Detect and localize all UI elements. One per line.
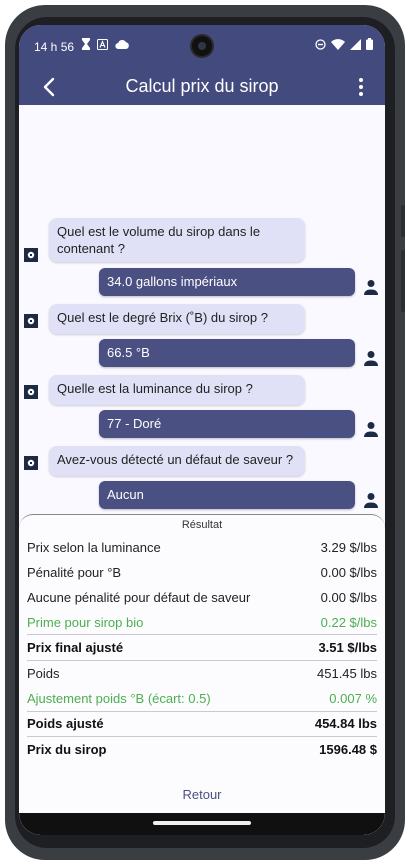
result-label: Prix selon la luminance (27, 539, 161, 555)
result-row: Prix selon la luminance 3.29 $/lbs (27, 535, 377, 559)
result-row-total-price: Prix final ajusté 3.51 $/lbs (27, 635, 377, 659)
answer-bubble: Aucun (99, 481, 355, 509)
user-icon (364, 422, 378, 437)
screen: 14 h 56 Calcul prix du sirop Quel est le… (19, 25, 385, 835)
bot-icon (24, 385, 38, 399)
question-bubble: Quel est le degré Brix (˚B) du sirop ? (49, 304, 305, 334)
result-label: Aucune pénalité pour défaut de saveur (27, 589, 251, 605)
result-label: Prime pour sirop bio (27, 614, 144, 630)
user-icon (364, 493, 378, 508)
result-row-syrup-price: Prix du sirop 1596.48 $ (27, 737, 377, 761)
result-label: Prix du sirop (27, 741, 107, 757)
result-value: 0.007 % (329, 690, 377, 706)
result-value: 0.00 $/lbs (320, 589, 377, 605)
page-title: Calcul prix du sirop (125, 76, 279, 96)
text-a-icon (97, 38, 108, 50)
user-icon (364, 280, 378, 295)
bot-icon (24, 314, 38, 328)
result-label: Prix final ajusté (27, 639, 124, 655)
do-not-disturb-icon (315, 38, 326, 50)
result-value: 0.22 $/lbs (320, 614, 377, 630)
question-bubble: Avez-vous détecté un défaut de saveur ? (49, 446, 305, 476)
answer-bubble: 77 - Doré (99, 410, 355, 438)
result-row-bonus: Prime pour sirop bio 0.22 $/lbs (27, 610, 377, 634)
result-value: 3.29 $/lbs (320, 539, 377, 555)
battery-icon (366, 38, 373, 50)
result-label: Poids (27, 665, 60, 681)
result-value: 451.45 lbs (317, 665, 377, 681)
result-label: Ajustement poids °B (écart: 0.5) (27, 690, 211, 706)
result-value: 0.00 $/lbs (320, 564, 377, 580)
result-panel: Résultat Prix selon la luminance 3.29 $/… (19, 514, 385, 835)
question-bubble: Quelle est la luminance du sirop ? (49, 375, 305, 405)
result-value: 1596.48 $ (319, 741, 377, 757)
question-bubble: Quel est le volume du sirop dans le cont… (49, 218, 305, 262)
front-camera (192, 36, 212, 56)
back-button[interactable]: Retour (19, 787, 385, 802)
more-vert-icon[interactable] (355, 75, 367, 99)
side-button (401, 205, 405, 237)
result-row-adjusted-weight: Poids ajusté 454.84 lbs (27, 711, 377, 735)
stopwatch-icon (82, 38, 90, 50)
result-row: Pénalité pour °B 0.00 $/lbs (27, 560, 377, 584)
result-label: Pénalité pour °B (27, 564, 122, 580)
wifi-icon (331, 38, 345, 50)
bot-icon (24, 248, 38, 262)
answer-bubble: 66.5 °B (99, 339, 355, 367)
result-value: 454.84 lbs (314, 715, 377, 731)
status-bar: 14 h 56 (19, 25, 385, 69)
user-icon (364, 351, 378, 366)
result-row: Poids 451.45 lbs (27, 661, 377, 685)
result-row: Aucune pénalité pour défaut de saveur 0.… (27, 585, 377, 609)
result-row-weight-adjustment: Ajustement poids °B (écart: 0.5) 0.007 % (27, 686, 377, 710)
signal-icon (350, 38, 361, 50)
result-label: Poids ajusté (27, 715, 104, 731)
volume-button (401, 250, 405, 312)
app-bar: Calcul prix du sirop (19, 69, 385, 105)
home-handle[interactable] (153, 821, 251, 825)
navigation-bar (19, 813, 385, 835)
cloud-icon (115, 39, 129, 49)
answer-bubble: 34.0 gallons impériaux (99, 268, 355, 296)
result-title: Résultat (181, 519, 223, 531)
bot-icon (24, 456, 38, 470)
status-time: 14 h 56 (34, 40, 75, 54)
result-value: 3.51 $/lbs (318, 639, 377, 655)
